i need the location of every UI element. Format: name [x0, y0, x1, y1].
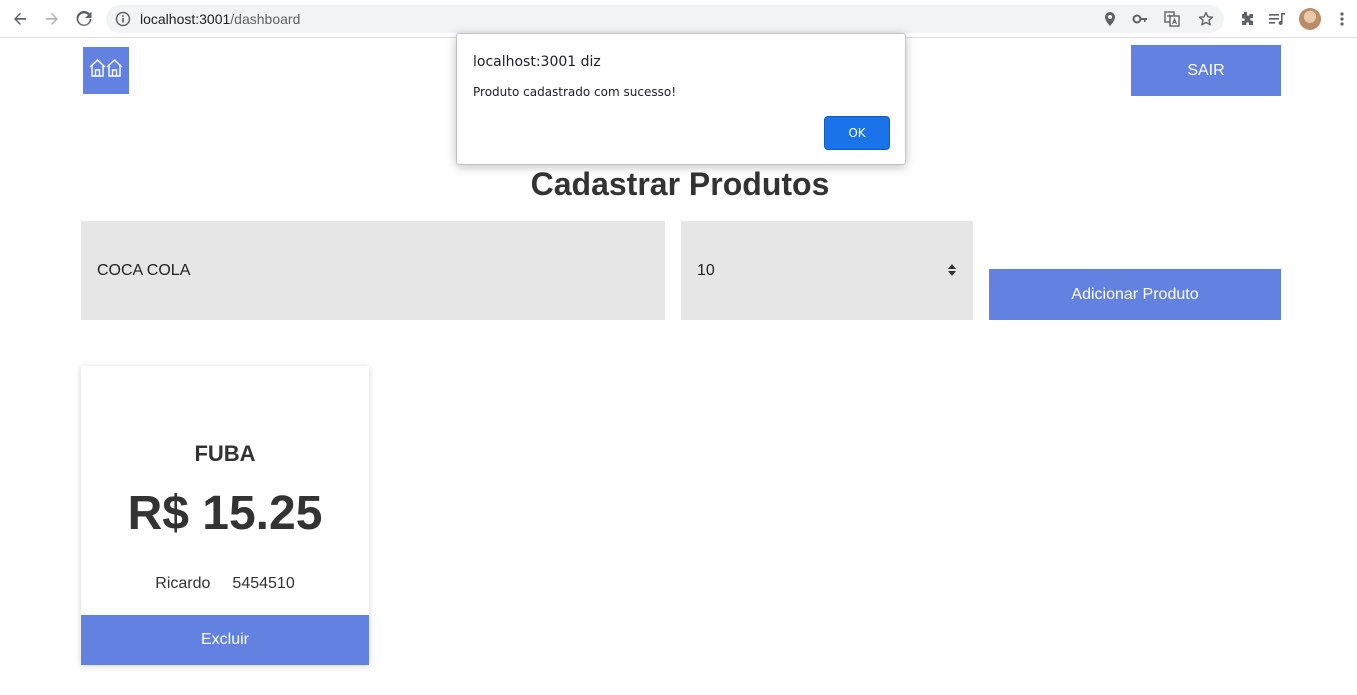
product-code: 5454510 [232, 575, 295, 592]
product-price-input[interactable]: 10 [681, 221, 973, 320]
product-card: FUBA R$ 15.25 Ricardo 5454510 Excluir [81, 366, 369, 665]
address-bar[interactable]: localhost:3001/dashboard [106, 5, 1224, 33]
alert-dialog: localhost:3001 diz Produto cadastrado co… [456, 33, 906, 165]
key-icon[interactable] [1132, 11, 1148, 27]
url-path: /dashboard [230, 11, 301, 27]
info-icon[interactable] [115, 11, 131, 32]
home-icon [88, 57, 124, 84]
product-name: FUBA [194, 441, 256, 466]
back-icon[interactable] [8, 7, 32, 31]
url-text: localhost:3001/dashboard [140, 11, 300, 27]
number-spinner-icon[interactable] [947, 262, 957, 278]
product-name-input[interactable]: COCA COLA [81, 221, 665, 320]
add-product-button[interactable]: Adicionar Produto [989, 269, 1281, 320]
location-icon[interactable] [1102, 11, 1118, 27]
product-price: R$ 15.25 [127, 487, 323, 540]
menu-icon[interactable] [1332, 9, 1352, 29]
product-meta: Ricardo 5454510 [81, 575, 369, 593]
url-host: localhost:3001 [140, 11, 231, 27]
product-name-value: COCA COLA [97, 261, 191, 279]
forward-icon[interactable] [40, 7, 64, 31]
home-logo[interactable] [83, 47, 129, 94]
dialog-title: localhost:3001 diz [473, 54, 601, 70]
avatar[interactable] [1299, 8, 1321, 30]
star-icon[interactable] [1198, 11, 1214, 27]
media-queue-icon[interactable] [1267, 9, 1287, 29]
dialog-ok-button[interactable]: OK [824, 116, 890, 150]
translate-icon[interactable] [1164, 11, 1180, 27]
dialog-message: Produto cadastrado com sucesso! [473, 85, 676, 99]
page-title: Cadastrar Produtos [530, 166, 830, 202]
logout-button[interactable]: SAIR [1131, 45, 1281, 96]
product-price-value: 10 [697, 261, 715, 279]
delete-product-button[interactable]: Excluir [81, 615, 369, 665]
reload-icon[interactable] [72, 7, 96, 31]
extensions-icon[interactable] [1236, 9, 1256, 29]
product-owner: Ricardo [155, 575, 211, 592]
